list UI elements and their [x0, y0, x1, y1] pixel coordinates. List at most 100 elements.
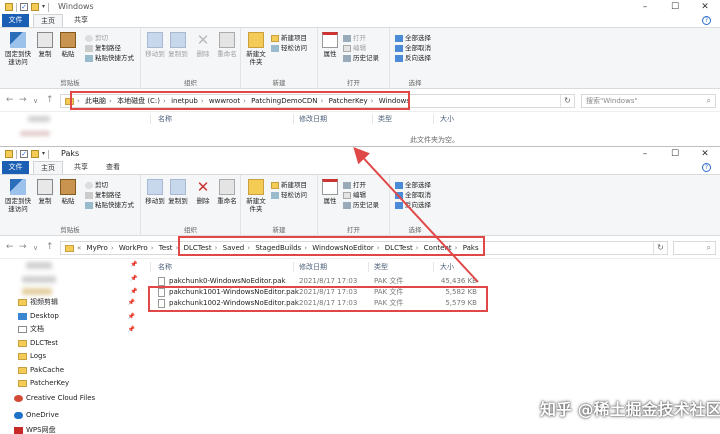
minimize-button[interactable]: – — [630, 147, 660, 161]
table-row[interactable]: pakchunk1001-WindowsNoEditor.pak 2021/8/… — [150, 287, 485, 298]
breadcrumb-segment[interactable]: 此电脑 — [85, 97, 106, 105]
sidebar-item-desktop[interactable]: Desktop 📌 — [0, 310, 145, 323]
column-type[interactable]: 类型 — [374, 261, 388, 273]
new-folder-quick-icon[interactable] — [31, 3, 39, 11]
copy-button[interactable]: 复制 — [35, 179, 55, 205]
delete-button[interactable]: ✕ 删除 — [193, 179, 213, 205]
breadcrumb-segment[interactable]: PatchingDemoCDN — [251, 97, 317, 105]
help-icon[interactable]: ? — [702, 163, 711, 172]
new-item-button[interactable]: 新建项目 — [271, 181, 307, 190]
tab-share[interactable]: 共享 — [66, 161, 96, 174]
table-row[interactable]: pakchunk1002-WindowsNoEditor.pak 2021/8/… — [150, 298, 485, 309]
refresh-icon[interactable]: ↻ — [653, 242, 667, 254]
breadcrumb-segment[interactable]: Saved — [223, 244, 245, 252]
copy-button[interactable]: 复制 — [35, 32, 55, 58]
sidebar-item-wps[interactable]: WPS网盘 — [0, 424, 145, 434]
breadcrumb-segment[interactable]: Test — [159, 244, 173, 252]
sidebar-item-patcherkey[interactable]: PatcherKey — [0, 377, 145, 390]
invert-selection-button[interactable]: 反向选择 — [395, 54, 431, 63]
refresh-icon[interactable]: ↻ — [560, 95, 574, 107]
open-button[interactable]: 打开 — [343, 181, 366, 190]
rename-button[interactable]: 重命名 — [216, 32, 238, 58]
column-size[interactable]: 大小 — [440, 113, 454, 125]
maximize-button[interactable]: ☐ — [660, 147, 690, 161]
breadcrumb-segment[interactable]: Windows — [379, 97, 410, 105]
cut-button[interactable]: 剪切 — [85, 34, 108, 43]
maximize-button[interactable]: ☐ — [660, 0, 690, 14]
breadcrumb-segment[interactable]: WindowsNoEditor — [312, 244, 373, 252]
breadcrumb-segment[interactable]: Paks — [463, 244, 479, 252]
help-icon[interactable]: ? — [702, 16, 711, 25]
select-none-button[interactable]: 全部取消 — [395, 191, 431, 200]
up-arrow-icon[interactable]: ↑ — [46, 242, 54, 252]
breadcrumb-segment[interactable]: MyPro — [87, 244, 108, 252]
edit-button[interactable]: 编辑 — [343, 44, 366, 53]
properties-button[interactable]: 属性 — [321, 32, 339, 58]
easy-access-button[interactable]: 轻松访问 — [271, 44, 307, 53]
easy-access-button[interactable]: 轻松访问 — [271, 191, 307, 200]
tab-view[interactable]: 查看 — [98, 161, 128, 174]
paste-button[interactable]: 粘贴 — [58, 179, 78, 205]
tab-share[interactable]: 共享 — [66, 14, 96, 27]
copy-to-button[interactable]: 复制到 — [168, 32, 188, 58]
breadcrumb-segment[interactable]: 本地磁盘 (C:) — [117, 97, 160, 105]
breadcrumb-segment[interactable]: wwwroot — [209, 97, 240, 105]
paste-shortcut-button[interactable]: 粘贴快捷方式 — [85, 54, 134, 63]
properties-button[interactable]: 属性 — [321, 179, 339, 205]
forward-arrow-icon[interactable]: → — [19, 95, 27, 105]
cut-button[interactable]: 剪切 — [85, 181, 108, 190]
forward-arrow-icon[interactable]: → — [19, 242, 27, 252]
copy-path-button[interactable]: 复制路径 — [85, 191, 121, 200]
tab-home[interactable]: 主页 — [33, 14, 63, 27]
column-type[interactable]: 类型 — [378, 113, 392, 125]
copy-to-button[interactable]: 复制到 — [168, 179, 188, 205]
table-row[interactable]: pakchunk0-WindowsNoEditor.pak 2021/8/17 … — [150, 276, 485, 287]
back-arrow-icon[interactable]: ← — [6, 95, 14, 105]
select-none-button[interactable]: 全部取消 — [395, 44, 431, 53]
breadcrumb-segment[interactable]: StagedBuilds — [255, 244, 301, 252]
tab-file[interactable]: 文件 — [2, 14, 29, 27]
minimize-button[interactable]: – — [630, 0, 660, 14]
column-name[interactable]: 名称 — [158, 261, 172, 273]
open-button[interactable]: 打开 — [343, 34, 366, 43]
move-to-button[interactable]: 移动到 — [145, 32, 165, 58]
move-to-button[interactable]: 移动到 — [145, 179, 165, 205]
delete-button[interactable]: ✕ 删除 — [193, 32, 213, 58]
search-input[interactable]: ⌕ — [673, 241, 716, 255]
column-name[interactable]: 名称 — [158, 113, 172, 125]
sidebar-item-onedrive[interactable]: OneDrive — [0, 409, 145, 422]
select-all-button[interactable]: 全部选择 — [395, 181, 431, 190]
close-button[interactable]: ✕ — [690, 147, 720, 161]
sidebar-item-creative-cloud[interactable]: Creative Cloud Files — [0, 392, 145, 405]
column-date[interactable]: 修改日期 — [299, 261, 327, 273]
sidebar-item-video-edit[interactable]: 视频剪辑 📌 — [0, 296, 145, 309]
history-button[interactable]: 历史记录 — [343, 54, 379, 63]
new-item-button[interactable]: 新建项目 — [271, 34, 307, 43]
properties-quick-icon[interactable]: ✓ — [20, 150, 28, 158]
pin-quick-access-button[interactable]: 固定到快速访问 — [3, 32, 33, 66]
column-date[interactable]: 修改日期 — [299, 113, 327, 125]
paste-button[interactable]: 粘贴 — [58, 32, 78, 58]
chevron-down-icon[interactable]: ▾ — [42, 150, 45, 159]
history-button[interactable]: 历史记录 — [343, 201, 379, 210]
properties-quick-icon[interactable]: ✓ — [20, 3, 28, 11]
sidebar-item-logs[interactable]: Logs — [0, 350, 145, 363]
address-bar[interactable]: › 此电脑 › 本地磁盘 (C:) › inetpub › wwwroot › Patc… — [60, 94, 575, 108]
new-folder-quick-icon[interactable] — [31, 150, 39, 158]
column-size[interactable]: 大小 — [440, 261, 454, 273]
paste-shortcut-button[interactable]: 粘贴快捷方式 — [85, 201, 134, 210]
chevron-down-icon[interactable]: ▾ — [42, 3, 45, 12]
recent-dropdown-icon[interactable]: ∨ — [33, 244, 38, 252]
sidebar-item-dlctest[interactable]: DLCTest — [0, 337, 145, 350]
copy-path-button[interactable]: 复制路径 — [85, 44, 121, 53]
back-arrow-icon[interactable]: ← — [6, 242, 14, 252]
breadcrumb-segment[interactable]: WorkPro — [119, 244, 148, 252]
sidebar-item-documents[interactable]: 文档 📌 — [0, 323, 145, 336]
close-button[interactable]: ✕ — [690, 0, 720, 14]
tab-file[interactable]: 文件 — [2, 161, 29, 174]
pin-quick-access-button[interactable]: 固定到快速访问 — [3, 179, 33, 213]
breadcrumb-segment[interactable]: PatcherKey — [329, 97, 368, 105]
up-arrow-icon[interactable]: ↑ — [46, 95, 54, 105]
new-folder-button[interactable]: 新建文件夹 — [244, 32, 268, 66]
edit-button[interactable]: 编辑 — [343, 191, 366, 200]
